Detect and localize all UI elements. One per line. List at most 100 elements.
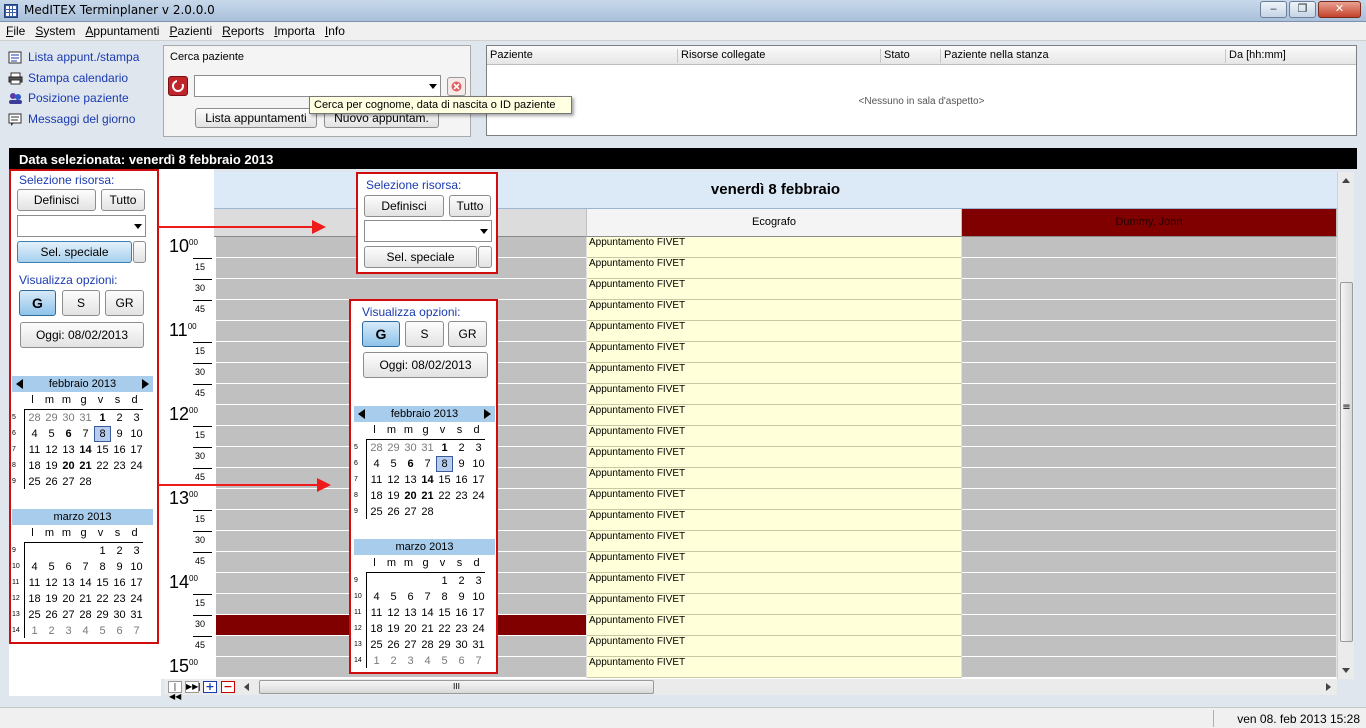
resource-column-header[interactable]: Ecografo xyxy=(587,209,962,237)
calendar-day[interactable]: 20 xyxy=(60,591,77,607)
calendar-day[interactable]: 26 xyxy=(385,504,402,520)
calendar-day[interactable]: 4 xyxy=(26,426,43,442)
calendar-day[interactable]: 17 xyxy=(128,442,145,458)
time-slot[interactable] xyxy=(962,615,1337,636)
all-button[interactable]: Tutto xyxy=(449,195,491,217)
calendar-day[interactable]: 9 xyxy=(453,456,470,472)
time-slot[interactable] xyxy=(962,510,1337,531)
calendar-day[interactable]: 7 xyxy=(470,653,487,669)
calendar-day[interactable]: 2 xyxy=(111,410,128,426)
cancel-search-icon[interactable] xyxy=(447,77,466,96)
calendar-day[interactable]: 28 xyxy=(368,440,385,456)
calendar-day[interactable]: 27 xyxy=(402,637,419,653)
menu-reports[interactable]: Reports xyxy=(216,22,268,38)
appointment-slot[interactable]: Appuntamento FIVET xyxy=(587,279,962,300)
define-button[interactable]: Definisci xyxy=(17,189,96,211)
time-slot[interactable] xyxy=(962,384,1337,405)
calendar-day[interactable]: 31 xyxy=(128,607,145,623)
menu-importa[interactable]: Importa xyxy=(268,22,319,38)
vertical-scrollbar[interactable]: ≡ xyxy=(1337,172,1354,679)
first-page-icon[interactable]: |◀◀ xyxy=(168,681,182,701)
prev-month-icon[interactable] xyxy=(358,409,365,419)
week-view-button[interactable]: S xyxy=(405,321,444,347)
calendar-day[interactable]: 11 xyxy=(26,575,43,591)
calendar-day[interactable]: 27 xyxy=(60,607,77,623)
calendar-day[interactable]: 16 xyxy=(453,605,470,621)
calendar-day[interactable]: 6 xyxy=(111,623,128,639)
calendar-day[interactable]: 18 xyxy=(368,488,385,504)
calendar-day[interactable]: 3 xyxy=(128,543,145,559)
time-slot[interactable] xyxy=(962,573,1337,594)
next-month-icon[interactable] xyxy=(142,379,149,389)
calendar-day[interactable]: 5 xyxy=(385,589,402,605)
appointment-slot[interactable]: Appuntamento FIVET xyxy=(587,594,962,615)
time-slot[interactable] xyxy=(216,279,587,300)
time-slot[interactable] xyxy=(962,636,1337,657)
calendar-day[interactable]: 25 xyxy=(368,637,385,653)
calendar-day[interactable]: 18 xyxy=(26,591,43,607)
calendar-day[interactable]: 24 xyxy=(470,621,487,637)
appointment-slot[interactable]: Appuntamento FIVET xyxy=(587,300,962,321)
menu-file[interactable]: File xyxy=(0,22,29,38)
calendar-day[interactable]: 26 xyxy=(43,474,60,490)
col-paziente[interactable]: Paziente xyxy=(487,49,533,63)
calendar-day[interactable]: 24 xyxy=(470,488,487,504)
calendar-day[interactable]: 12 xyxy=(43,575,60,591)
appointment-slot[interactable]: Appuntamento FIVET xyxy=(587,573,962,594)
lista-appuntamenti-button[interactable]: Lista appuntamenti xyxy=(195,108,317,128)
time-slot[interactable] xyxy=(962,531,1337,552)
calendar-day[interactable]: 1 xyxy=(26,623,43,639)
time-slot[interactable] xyxy=(962,258,1337,279)
calendar-day[interactable]: 5 xyxy=(43,426,60,442)
scroll-right-icon[interactable] xyxy=(1326,683,1331,691)
calendar-day[interactable]: 15 xyxy=(94,575,111,591)
calendar-day[interactable]: 30 xyxy=(453,637,470,653)
calendar-day[interactable]: 19 xyxy=(43,458,60,474)
appointment-slot[interactable]: Appuntamento FIVET xyxy=(587,258,962,279)
calendar-day[interactable]: 27 xyxy=(402,504,419,520)
calendar-day[interactable]: 1 xyxy=(94,410,111,426)
calendar-day[interactable]: 31 xyxy=(77,410,94,426)
day-view-button[interactable]: G xyxy=(19,290,56,316)
add-icon[interactable]: + xyxy=(203,681,217,693)
calendar-day[interactable]: 1 xyxy=(436,440,453,456)
calendar-day[interactable]: 15 xyxy=(436,605,453,621)
calendar-day[interactable]: 7 xyxy=(77,559,94,575)
calendar-day[interactable]: 12 xyxy=(385,605,402,621)
calendar-day[interactable]: 29 xyxy=(385,440,402,456)
appointment-slot[interactable]: Appuntamento FIVET xyxy=(587,468,962,489)
calendar-day[interactable]: 29 xyxy=(94,607,111,623)
calendar-day[interactable]: 25 xyxy=(26,607,43,623)
calendar-day[interactable]: 8 xyxy=(94,559,111,575)
calendar-day[interactable]: 28 xyxy=(419,504,436,520)
calendar-day[interactable]: 3 xyxy=(470,440,487,456)
minimize-button[interactable]: ‒ xyxy=(1260,1,1287,18)
remove-icon[interactable]: − xyxy=(221,681,235,693)
calendar-day[interactable]: 7 xyxy=(77,426,94,442)
resource-column-header[interactable]: Dummy, John xyxy=(962,209,1337,237)
appointment-slot[interactable]: Appuntamento FIVET xyxy=(587,405,962,426)
scroll-left-icon[interactable] xyxy=(244,683,249,691)
calendar-day[interactable]: 6 xyxy=(453,653,470,669)
appointment-slot[interactable]: Appuntamento FIVET xyxy=(587,636,962,657)
appointment-slot[interactable]: Appuntamento FIVET xyxy=(587,489,962,510)
menu-system[interactable]: System xyxy=(29,22,79,38)
calendar-day[interactable]: 30 xyxy=(60,410,77,426)
calendar-day[interactable]: 6 xyxy=(60,426,77,442)
calendar-day[interactable]: 1 xyxy=(436,573,453,589)
calendar-day[interactable]: 21 xyxy=(77,458,94,474)
time-slot[interactable] xyxy=(962,363,1337,384)
link-messaggi-giorno[interactable]: Messaggi del giorno xyxy=(8,112,135,126)
calendar-day[interactable]: 14 xyxy=(419,472,436,488)
calendar-day[interactable]: 23 xyxy=(453,621,470,637)
horizontal-scrollbar[interactable]: |◀◀ ▶▶| + − III xyxy=(164,679,1337,701)
calendar-day[interactable]: 4 xyxy=(419,653,436,669)
calendar-day[interactable]: 22 xyxy=(94,591,111,607)
appointment-slot[interactable]: Appuntamento FIVET xyxy=(587,363,962,384)
calendar-day[interactable]: 3 xyxy=(402,653,419,669)
time-slot[interactable] xyxy=(962,552,1337,573)
menu-pazienti[interactable]: Pazienti xyxy=(163,22,216,38)
menu-appuntamenti[interactable]: Appuntamenti xyxy=(79,22,163,38)
calendar-day[interactable]: 7 xyxy=(419,589,436,605)
calendar-day[interactable]: 12 xyxy=(385,472,402,488)
